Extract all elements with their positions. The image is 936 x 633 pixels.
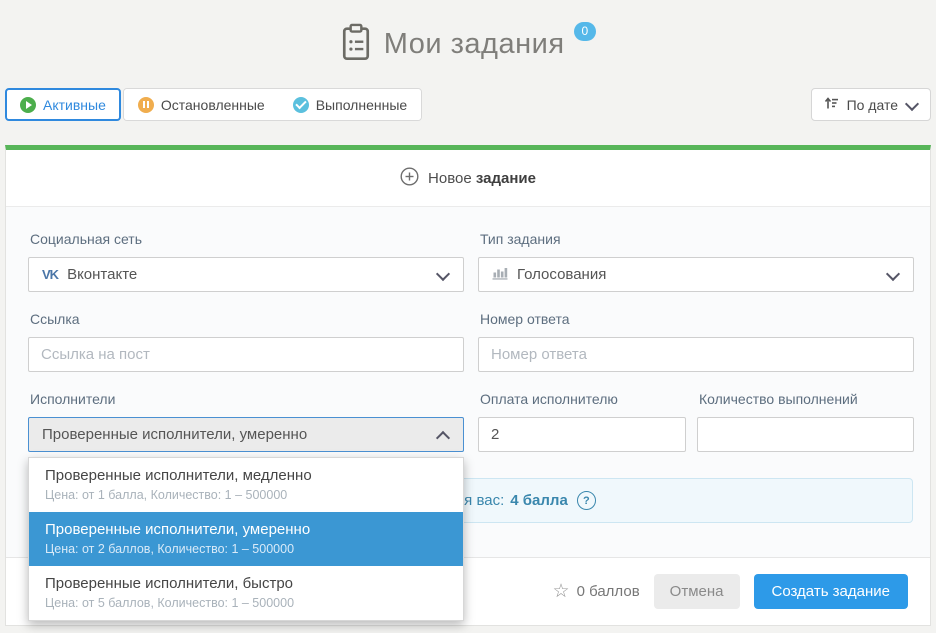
tab-stopped[interactable]: Остановленные	[124, 89, 279, 120]
clipboard-icon	[340, 23, 372, 66]
executors-value: Проверенные исполнители, умеренно	[42, 426, 307, 443]
chevron-up-icon	[436, 431, 450, 445]
tab-group: Остановленные Выполненные	[123, 88, 422, 121]
executions-label: Количество выполнений	[699, 391, 858, 407]
tab-stopped-label: Остановленные	[161, 97, 265, 113]
new-task-header[interactable]: Новое задание	[6, 150, 930, 207]
executors-option-moderate[interactable]: Проверенные исполнители, умеренно Цена: …	[29, 512, 463, 566]
tab-completed[interactable]: Выполненные	[279, 89, 421, 120]
new-task-title: Новое задание	[428, 170, 536, 187]
new-task-form: Социальная сеть VK Вконтакте Тип задания	[6, 207, 930, 557]
check-icon	[293, 97, 309, 113]
link-input[interactable]	[28, 337, 464, 372]
sort-label: По дате	[847, 97, 898, 113]
sort-by-date-button[interactable]: По дате	[811, 88, 931, 121]
balance-label: 0 баллов	[577, 583, 640, 600]
create-task-button[interactable]: Создать задание	[754, 574, 909, 609]
task-type-select[interactable]: Голосования	[478, 257, 914, 292]
task-type-label: Тип задания	[480, 231, 561, 247]
tab-active[interactable]: Активные	[5, 88, 121, 121]
answer-number-input[interactable]	[478, 337, 914, 372]
plus-circle-icon	[400, 167, 419, 190]
tab-active-label: Активные	[43, 97, 106, 113]
page-title: Мои задания	[384, 28, 565, 61]
price-note-value: 4 балла	[510, 492, 568, 509]
star-icon: ☆	[553, 582, 570, 601]
my-tasks-page: Мои задания 0 Активные Остановленные Вып…	[0, 0, 936, 633]
task-type-value: Голосования	[517, 266, 606, 283]
balance-indicator: ☆ 0 баллов	[553, 582, 640, 601]
link-label: Ссылка	[30, 311, 80, 327]
payment-input[interactable]	[478, 417, 686, 452]
social-network-select[interactable]: VK Вконтакте	[28, 257, 464, 292]
social-network-value: Вконтакте	[67, 266, 137, 283]
vk-logo-icon: VK	[42, 267, 58, 282]
chevron-down-icon	[436, 267, 450, 281]
executors-dropdown-menu: Проверенные исполнители, медленно Цена: …	[28, 457, 464, 621]
payment-label: Оплата исполнителю	[480, 391, 618, 407]
help-icon[interactable]: ?	[577, 491, 596, 510]
tabs-toolbar: Активные Остановленные Выполненные	[0, 88, 936, 121]
task-count-badge: 0	[574, 22, 597, 41]
new-task-card: Новое задание Социальная сеть VK Вконтак…	[5, 145, 931, 626]
executors-option-fast[interactable]: Проверенные исполнители, быстро Цена: от…	[29, 566, 463, 620]
cancel-button[interactable]: Отмена	[654, 574, 740, 609]
bar-chart-icon	[492, 266, 508, 284]
executors-option-slow[interactable]: Проверенные исполнители, медленно Цена: …	[29, 458, 463, 512]
chevron-down-icon	[905, 96, 919, 110]
executors-label: Исполнители	[30, 391, 115, 407]
pause-icon	[138, 97, 154, 113]
tab-completed-label: Выполненные	[316, 97, 407, 113]
executors-select[interactable]: Проверенные исполнители, умеренно	[28, 417, 464, 452]
page-header: Мои задания 0	[0, 0, 936, 88]
answer-number-label: Номер ответа	[480, 311, 570, 327]
social-network-label: Социальная сеть	[30, 231, 142, 247]
play-icon	[20, 97, 36, 113]
executions-input[interactable]	[697, 417, 914, 452]
sort-icon	[824, 96, 839, 113]
chevron-down-icon	[886, 267, 900, 281]
